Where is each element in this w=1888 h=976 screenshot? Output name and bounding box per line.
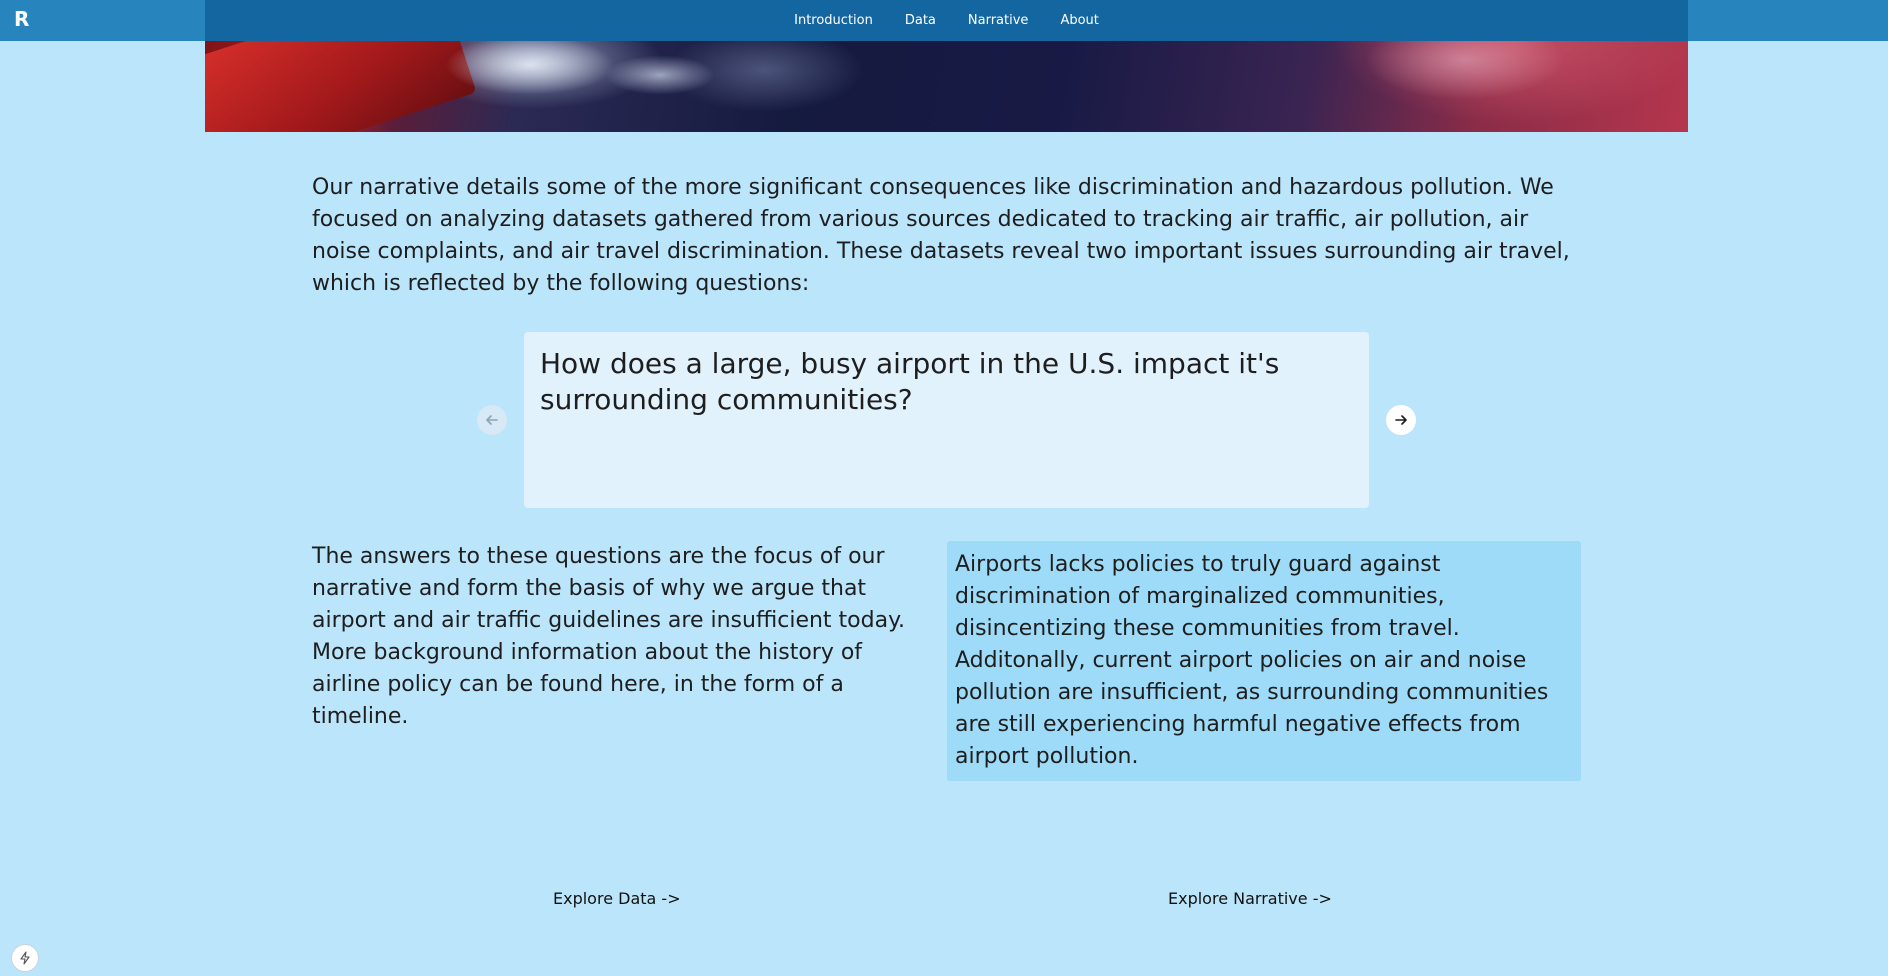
explore-data-link[interactable]: Explore Data -> [553,889,681,908]
answers-explanation-text: The answers to these questions are the f… [312,544,905,729]
arrow-right-icon [1395,415,1407,425]
carousel-prev-button[interactable] [477,405,507,435]
cloud-graphic [445,35,615,95]
nav-link-about[interactable]: About [1060,13,1098,28]
cloud-graphic [605,55,715,95]
lightning-icon [20,951,30,965]
top-navbar: R Introduction Data Narrative About [0,0,1888,41]
argument-highlight-box: Airports lacks policies to truly guard a… [947,541,1581,781]
carousel-question-text: How does a large, busy airport in the U.… [540,347,1280,416]
carousel-question-card: How does a large, busy airport in the U.… [524,332,1369,508]
argument-highlight-text: Airports lacks policies to truly guard a… [955,552,1549,769]
lightning-badge-button[interactable] [11,944,39,972]
intro-paragraph: Our narrative details some of the more s… [312,175,1570,296]
site-logo[interactable]: R [14,7,34,31]
nav-links: Introduction Data Narrative About [205,0,1688,41]
nav-link-introduction[interactable]: Introduction [794,13,873,28]
nav-link-narrative[interactable]: Narrative [968,13,1029,28]
carousel-next-button[interactable] [1386,405,1416,435]
nav-link-data[interactable]: Data [905,13,936,28]
arrow-left-icon [486,415,498,425]
explore-narrative-link[interactable]: Explore Narrative -> [1168,889,1332,908]
